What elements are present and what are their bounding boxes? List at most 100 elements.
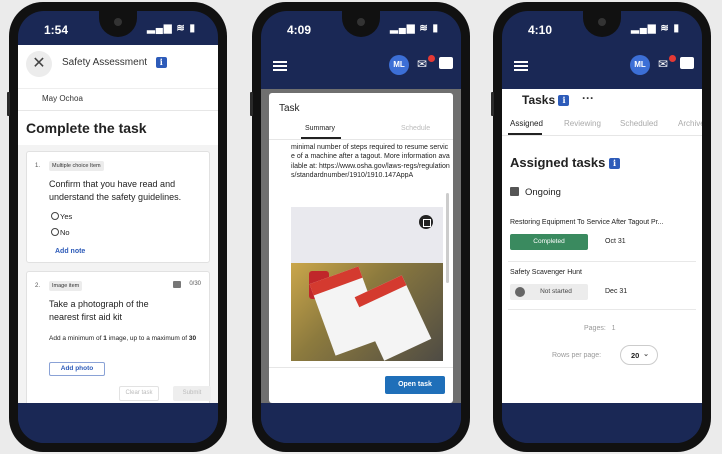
info-icon[interactable]: i (155, 57, 167, 68)
page-title: Complete the task (26, 120, 147, 136)
bottom-bar (261, 403, 461, 443)
rows-value: 20 (631, 351, 640, 360)
menu-icon[interactable] (273, 61, 287, 71)
item-card-1: 1. Multiple choice Item Confirm that you… (26, 151, 210, 263)
menu-icon[interactable] (514, 61, 528, 71)
radio-icon[interactable] (51, 212, 59, 220)
form-header: ✕ Safety Assessment i (18, 45, 218, 89)
item-type-tag: Multiple choice Item (49, 161, 104, 171)
status-time: 1:54 (44, 23, 69, 37)
due-date: Dec 31 (605, 288, 628, 295)
side-button (250, 92, 253, 116)
avatar[interactable]: ML (389, 55, 409, 75)
info-icon[interactable]: i (609, 158, 620, 170)
status-time: 4:09 (287, 23, 312, 37)
modal-title: Task (279, 103, 300, 114)
phone-safety-assessment: 1:54 ▂▄▆ ≋ ▮ ✕ Safety Assessment i May O… (7, 2, 227, 452)
side-button (491, 92, 494, 116)
image-requirement: Add a minimum of 1 image, up to a maximu… (49, 334, 209, 344)
avatar[interactable]: ML (630, 55, 650, 75)
side-button (7, 92, 10, 116)
divider (269, 139, 453, 140)
app-header: ML ✉ (261, 45, 461, 89)
submit-button[interactable]: Submit (173, 386, 211, 401)
item-question: Take a photograph of the nearest first a… (49, 299, 149, 322)
item-type-tag: Image item (49, 281, 83, 291)
lockout-tag-image (291, 207, 443, 361)
pages-label: Pages: (584, 325, 606, 332)
task-description: minimal number of steps required to resu… (291, 144, 450, 179)
expand-icon[interactable] (419, 215, 433, 229)
pagination-info: Pages: 1 (584, 325, 616, 332)
form-title-text: Safety Assessment (62, 57, 148, 69)
status-time: 4:10 (528, 23, 553, 37)
tab-summary[interactable]: Summary (305, 125, 335, 132)
tab-scheduled[interactable]: Scheduled (620, 119, 658, 128)
modal-footer: Open task (269, 367, 453, 403)
task-form: ✕ Safety Assessment i May Ochoa Complete… (18, 45, 218, 411)
status-icons: ▂▄▆ ≋ ▮ (147, 23, 196, 34)
pages-value: 1 (611, 325, 616, 332)
tab-assigned[interactable]: Assigned (510, 119, 543, 128)
section-heading: Assigned tasks i (510, 155, 620, 170)
requirement-max: 30 (188, 335, 197, 342)
notifications-icon[interactable]: ✉ (417, 55, 435, 71)
item-question: Confirm that you have read and understan… (49, 179, 182, 202)
notification-dot (428, 55, 435, 62)
image-icon (173, 281, 181, 288)
image-counter: 0/30 (189, 281, 201, 287)
task-name[interactable]: Restoring Equipment To Service After Tag… (510, 219, 663, 226)
option-label: Yes (60, 212, 73, 221)
radio-icon[interactable] (51, 228, 59, 236)
tab-archive[interactable]: Archive (678, 119, 702, 128)
option-no[interactable]: No (51, 228, 70, 237)
open-task-button[interactable]: Open task (385, 376, 445, 394)
row-divider (508, 261, 696, 262)
info-icon[interactable]: i (558, 95, 570, 107)
bottom-bar (18, 403, 218, 443)
tasks-page: Tasks i ··· Assigned Reviewing Scheduled… (502, 89, 702, 403)
chat-icon[interactable] (680, 57, 694, 69)
phone-tasks-list: 4:10 ▂▄▆ ≋ ▮ ML ✉ Tasks i ··· Assigned R… (491, 2, 711, 452)
group-label: Ongoing (525, 187, 561, 198)
status-icons: ▂▄▆ ≋ ▮ (390, 23, 439, 34)
chevron-down-icon: ⌄ (643, 351, 649, 358)
add-note-link[interactable]: Add note (55, 248, 85, 255)
section-heading-text: Assigned tasks (510, 155, 606, 170)
more-options-icon[interactable]: ··· (582, 91, 594, 105)
items-section: 1. Multiple choice Item Confirm that you… (18, 145, 218, 411)
app-header: ML ✉ (502, 45, 702, 89)
task-name[interactable]: Safety Scavenger Hunt (510, 269, 582, 276)
status-badge-not-started: Not started (510, 284, 588, 300)
item-card-2: 2. Image item 0/30 Take a photograph of … (26, 271, 211, 411)
screen: 4:10 ▂▄▆ ≋ ▮ ML ✉ Tasks i ··· Assigned R… (502, 11, 702, 443)
notification-dot (669, 55, 676, 62)
form-title: Safety Assessment i (62, 57, 167, 68)
page-title-text: Tasks (522, 93, 556, 107)
option-label: No (60, 228, 70, 237)
clear-task-button[interactable]: Clear task (119, 386, 159, 401)
option-yes[interactable]: Yes (51, 212, 72, 221)
add-photo-button[interactable]: Add photo (49, 362, 105, 376)
phone-task-summary: 4:09 ▂▄▆ ≋ ▮ ML ✉ Task Summary Schedule … (250, 2, 470, 452)
page-title: Tasks i (522, 93, 570, 107)
due-date: Oct 31 (605, 238, 626, 245)
tab-schedule[interactable]: Schedule (401, 125, 430, 132)
chat-icon[interactable] (439, 57, 453, 69)
group-ongoing: Ongoing (510, 187, 561, 198)
notifications-icon[interactable]: ✉ (658, 55, 676, 71)
close-icon[interactable]: ✕ (26, 51, 52, 77)
item-number: 1. (35, 163, 41, 169)
requirement-prefix: Add a minimum of (49, 335, 104, 342)
row-divider (508, 309, 696, 310)
scrollbar[interactable] (446, 193, 449, 283)
status-icons: ▂▄▆ ≋ ▮ (631, 23, 680, 34)
status-label: Not started (540, 288, 572, 295)
bottom-bar (502, 403, 702, 443)
screen: 1:54 ▂▄▆ ≋ ▮ ✕ Safety Assessment i May O… (18, 11, 218, 443)
not-started-icon (515, 287, 525, 297)
item-number: 2. (35, 283, 41, 289)
tab-reviewing[interactable]: Reviewing (564, 119, 601, 128)
rows-per-page-select[interactable]: 20 ⌄ (620, 345, 658, 365)
requirement-mid: image, up to a maximum of (106, 335, 189, 342)
